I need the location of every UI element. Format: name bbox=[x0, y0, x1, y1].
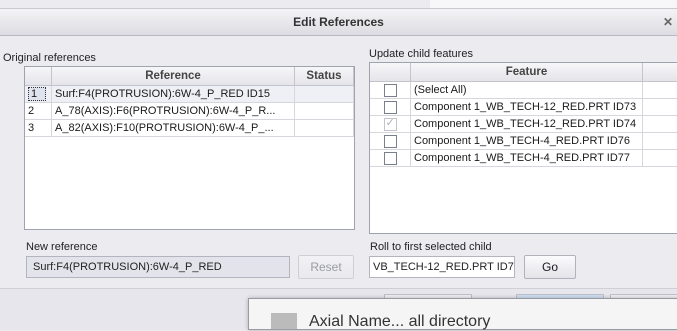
reset-button[interactable]: Reset bbox=[298, 255, 354, 279]
checkbox-column-header bbox=[370, 63, 411, 82]
status-cell bbox=[295, 120, 354, 137]
table-row[interactable]: Component 1_WB_TECH-4_RED.PRT ID76 bbox=[370, 133, 677, 150]
overlapping-window[interactable]: Axial Name... all directory bbox=[248, 298, 677, 330]
child-features-table[interactable]: Feature (Select All) Component 1_WB_TECH… bbox=[369, 62, 677, 234]
overlapping-window-title: Axial Name... all directory bbox=[309, 313, 490, 331]
feature-cell[interactable]: (Select All) bbox=[411, 82, 643, 99]
update-child-features-label: Update child features bbox=[369, 48, 473, 60]
title-bar[interactable]: Edit References ✕ bbox=[0, 8, 677, 36]
feature-cell[interactable]: Component 1_WB_TECH-4_RED.PRT ID77 bbox=[411, 150, 643, 167]
feature-column-header[interactable]: Feature bbox=[411, 63, 643, 82]
table-row[interactable]: 2 A_78(AXIS):F6(PROTRUSION):6W-4_P_R... bbox=[25, 103, 354, 120]
dialog-title: Edit References bbox=[0, 15, 677, 29]
feature-checkbox[interactable] bbox=[384, 101, 397, 114]
table-row[interactable]: (Select All) bbox=[370, 82, 677, 99]
table-row[interactable]: Component 1_WB_TECH-12_RED.PRT ID74 bbox=[370, 116, 677, 133]
feature-cell[interactable]: Component 1_WB_TECH-4_RED.PRT ID76 bbox=[411, 133, 643, 150]
feature-checkbox[interactable] bbox=[384, 135, 397, 148]
row-number-header bbox=[25, 67, 52, 86]
reference-cell[interactable]: A_82(AXIS):F10(PROTRUSION):6W-4_P_... bbox=[52, 120, 295, 137]
extra-column-header bbox=[643, 63, 677, 82]
new-reference-label: New reference bbox=[26, 241, 98, 253]
original-references-table[interactable]: Reference Status 1 Surf:F4(PROTRUSION):6… bbox=[24, 66, 355, 230]
roll-to-child-field[interactable]: VB_TECH-12_RED.PRT ID74 bbox=[369, 256, 515, 278]
row-number: 1 bbox=[28, 87, 46, 101]
table-row[interactable]: Component 1_WB_TECH-4_RED.PRT ID77 bbox=[370, 150, 677, 167]
row-number: 3 bbox=[25, 120, 52, 137]
table-row[interactable]: 1 Surf:F4(PROTRUSION):6W-4_P_RED ID15 bbox=[25, 86, 354, 103]
row-number: 2 bbox=[25, 103, 52, 120]
window-app-icon bbox=[271, 313, 297, 329]
select-all-checkbox[interactable] bbox=[384, 84, 397, 97]
close-icon[interactable]: ✕ bbox=[663, 15, 673, 29]
roll-to-child-label: Roll to first selected child bbox=[370, 241, 492, 253]
original-references-label: Original references bbox=[3, 52, 96, 64]
feature-checkbox-disabled bbox=[384, 118, 397, 131]
feature-cell[interactable]: Component 1_WB_TECH-12_RED.PRT ID74 bbox=[411, 116, 643, 133]
reference-cell[interactable]: Surf:F4(PROTRUSION):6W-4_P_RED ID15 bbox=[52, 86, 295, 103]
edit-references-dialog: Edit References ✕ Original references Re… bbox=[0, 0, 677, 328]
status-cell bbox=[295, 86, 354, 103]
status-column-header[interactable]: Status bbox=[295, 67, 354, 86]
go-button[interactable]: Go bbox=[524, 255, 576, 279]
reference-column-header[interactable]: Reference bbox=[52, 67, 295, 86]
table-row[interactable]: Component 1_WB_TECH-12_RED.PRT ID73 bbox=[370, 99, 677, 116]
status-cell bbox=[295, 103, 354, 120]
reference-cell[interactable]: A_78(AXIS):F6(PROTRUSION):6W-4_P_R... bbox=[52, 103, 295, 120]
new-reference-field[interactable]: Surf:F4(PROTRUSION):6W-4_P_RED bbox=[26, 256, 290, 278]
table-row[interactable]: 3 A_82(AXIS):F10(PROTRUSION):6W-4_P_... bbox=[25, 120, 354, 137]
feature-checkbox[interactable] bbox=[384, 152, 397, 165]
feature-cell[interactable]: Component 1_WB_TECH-12_RED.PRT ID73 bbox=[411, 99, 643, 116]
